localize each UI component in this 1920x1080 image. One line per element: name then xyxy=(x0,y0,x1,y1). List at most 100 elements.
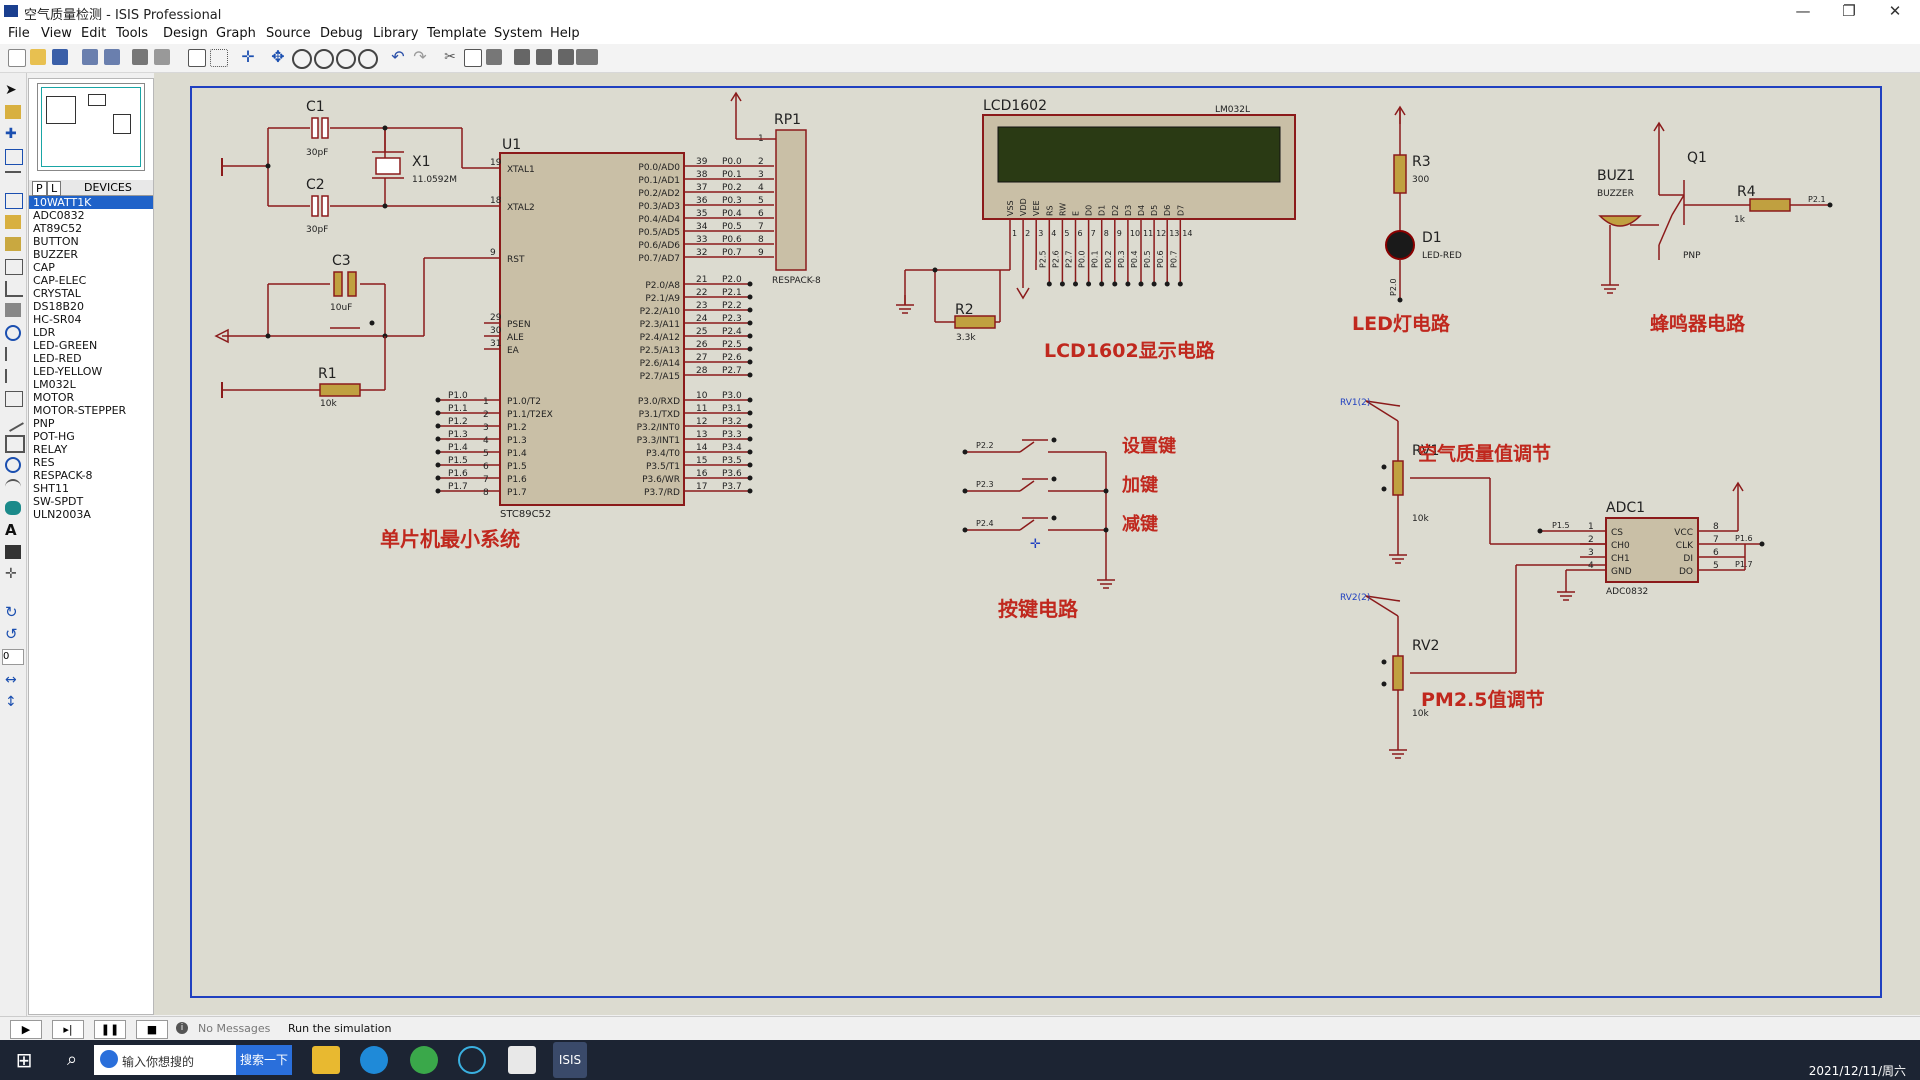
mcu-pin-name: P1.1/T2EX xyxy=(507,410,553,420)
mcu-pin-number: 34 xyxy=(696,222,708,232)
net-terminal xyxy=(1759,541,1765,547)
net-label: P1.1 xyxy=(448,404,468,414)
section-label-keys: 按键电路 xyxy=(998,597,1079,621)
net-label: P3.5 xyxy=(722,456,742,466)
net-label: P2.7 xyxy=(722,366,742,376)
mcu-pin-number: 3 xyxy=(483,423,489,433)
net-label: P3.2 xyxy=(722,417,742,427)
lcd-pin-name: D4 xyxy=(1137,205,1146,216)
search-app-icon[interactable] xyxy=(458,1046,486,1074)
messages-label[interactable]: No Messages xyxy=(198,1022,270,1035)
net-label: P2.4 xyxy=(976,519,994,528)
search-icon[interactable]: ⌕ xyxy=(58,1046,86,1074)
stop-button[interactable]: ■ xyxy=(136,1020,168,1039)
net-terminal xyxy=(1099,281,1105,287)
paint-icon[interactable] xyxy=(508,1046,536,1074)
net-terminal xyxy=(747,449,753,455)
pin-number: 3 xyxy=(1038,229,1043,238)
lcd-pin-name: VEE xyxy=(1032,200,1041,216)
mcu-pin-name: P3.3/INT1 xyxy=(637,436,680,446)
net-terminal xyxy=(1151,281,1157,287)
taskbar: ⊞ ⌕ 输入你想搜的 搜索一下 ISIS 2021/12/11/周六 xyxy=(0,1040,1920,1080)
lcd-pin-name: RS xyxy=(1045,205,1054,216)
net-label: P0.5 xyxy=(722,222,742,232)
net-terminal xyxy=(435,436,441,442)
net-terminal xyxy=(747,423,753,429)
mcu-pin-name: P2.0/A8 xyxy=(645,281,680,291)
net-label: P0.6 xyxy=(1156,250,1165,268)
step-button[interactable]: ▸| xyxy=(52,1020,84,1039)
mcu-pin-number: 4 xyxy=(483,436,489,446)
adc-pin-name: VCC xyxy=(1674,528,1693,538)
play-button[interactable]: ▶ xyxy=(10,1020,42,1039)
pin-number: 4 xyxy=(1051,229,1056,238)
pot-pin xyxy=(1381,486,1387,492)
mcu-pin-number: 31 xyxy=(490,339,501,349)
net-terminal xyxy=(1164,281,1170,287)
lcd-pin-name: RW xyxy=(1058,203,1067,216)
net-label: P1.5 xyxy=(1552,521,1570,530)
net-label: P3.7 xyxy=(722,482,742,492)
mcu-pin-name: EA xyxy=(507,346,520,356)
section-label-buzzer: 蜂鸣器电路 xyxy=(1650,312,1746,335)
net-terminal xyxy=(1086,281,1092,287)
file-explorer-icon[interactable] xyxy=(312,1046,340,1074)
junction xyxy=(382,203,388,209)
pot-ref: RV2 xyxy=(1412,638,1439,654)
windows-start-icon[interactable]: ⊞ xyxy=(10,1046,38,1074)
net-terminal xyxy=(747,410,753,416)
c1-ref: C1 xyxy=(306,99,325,115)
pause-button[interactable]: ❚❚ xyxy=(94,1020,126,1039)
pot-body xyxy=(1392,655,1404,691)
pot-body xyxy=(1392,460,1404,496)
lcd-pin-name: D3 xyxy=(1124,205,1133,216)
net-label: P0.3 xyxy=(722,196,742,206)
browser-360-icon[interactable] xyxy=(410,1046,438,1074)
schematic-drawing[interactable]: U1STC89C5219XTAL118XTAL29RST29PSEN30ALE3… xyxy=(0,0,1920,1080)
key-contact xyxy=(1051,476,1057,482)
adc-pin-name: CS xyxy=(1611,528,1623,538)
net-terminal xyxy=(1138,281,1144,287)
junction xyxy=(265,163,271,169)
r1-body xyxy=(319,383,361,397)
key-contact xyxy=(1051,515,1057,521)
search-go-button[interactable]: 搜索一下 xyxy=(236,1045,292,1075)
taskbar-search-field[interactable]: 输入你想搜的 xyxy=(94,1045,236,1075)
mcu-pin-name: P1.3 xyxy=(507,436,527,446)
net-label: P1.2 xyxy=(448,417,468,427)
mcu-pin-number: 29 xyxy=(490,313,502,323)
pin-number: 12 xyxy=(1156,229,1166,238)
net-terminal xyxy=(1827,202,1833,208)
edge-browser-icon[interactable] xyxy=(360,1046,388,1074)
net-label: P0.1 xyxy=(722,170,742,180)
net-terminal xyxy=(747,281,753,287)
lcd-screen xyxy=(997,126,1281,183)
vdd-arrow xyxy=(1016,287,1030,300)
pin-number: 9 xyxy=(1117,229,1122,238)
mcu-pin-number: 39 xyxy=(696,157,708,167)
lcd-pin-name: D6 xyxy=(1163,205,1172,216)
d1-part: LED-RED xyxy=(1422,251,1462,261)
adc-pin-name: CH0 xyxy=(1611,541,1630,551)
pin-number: 6 xyxy=(1713,548,1719,558)
r2-ref: R2 xyxy=(955,302,974,318)
mcu-pin-number: 1 xyxy=(483,397,489,407)
isis-taskbar-button[interactable]: ISIS xyxy=(553,1042,587,1078)
c3-symbol xyxy=(347,271,357,297)
mcu-pin-number: 30 xyxy=(490,326,502,336)
d1-ref: D1 xyxy=(1422,230,1442,246)
key-contact xyxy=(1051,437,1057,443)
mcu-pin-number: 13 xyxy=(696,430,707,440)
net-terminal xyxy=(747,359,753,365)
mcu-pin-name: P1.5 xyxy=(507,462,527,472)
mcu-pin-name: P3.5/T1 xyxy=(646,462,680,472)
pin-number: 4 xyxy=(1588,561,1594,571)
net-terminal xyxy=(1046,281,1052,287)
led-d1-symbol xyxy=(1385,230,1415,260)
net-label: P1.3 xyxy=(448,430,468,440)
mcu-pin-name: RST xyxy=(507,255,525,265)
mcu-pin-name: P1.6 xyxy=(507,475,527,485)
lcd-pin-name: D0 xyxy=(1085,205,1094,216)
net-label: P3.4 xyxy=(722,443,742,453)
net-terminal xyxy=(435,423,441,429)
